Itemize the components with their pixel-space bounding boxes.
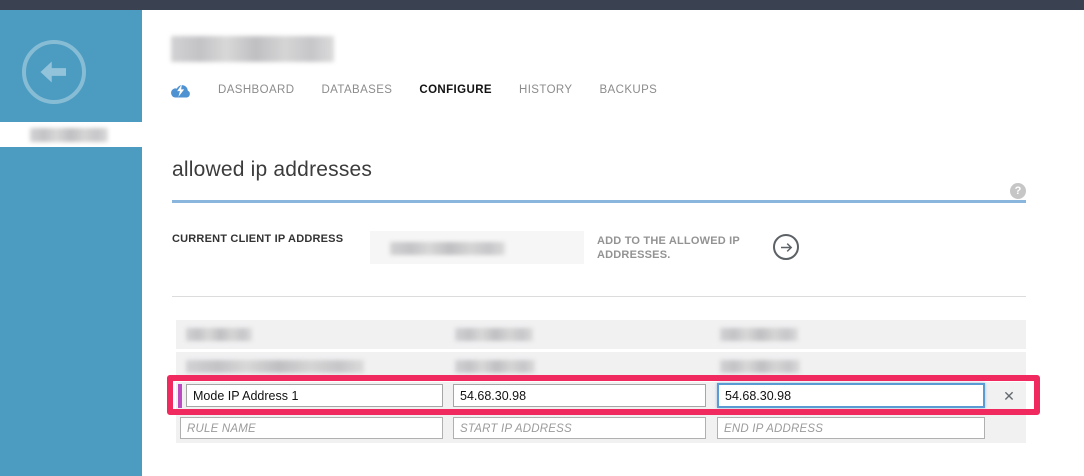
azure-configure-page: DASHBOARD DATABASES CONFIGURE HISTORY BA…	[0, 0, 1084, 476]
redacted-rule-name	[186, 360, 364, 373]
end-ip-input[interactable]	[717, 383, 985, 408]
tab-backups[interactable]: BACKUPS	[599, 84, 657, 96]
redacted-start-ip	[455, 328, 533, 341]
redacted-rule-name	[186, 328, 252, 341]
tab-history[interactable]: HISTORY	[519, 84, 573, 96]
current-client-ip-value	[370, 231, 584, 264]
arrow-left-icon	[36, 54, 72, 90]
tab-databases[interactable]: DATABASES	[321, 84, 392, 96]
window-top-bar	[0, 0, 1084, 10]
start-ip-input[interactable]	[453, 384, 706, 407]
sidebar-item-selected[interactable]	[0, 122, 142, 147]
tab-bar: DASHBOARD DATABASES CONFIGURE HISTORY BA…	[170, 81, 657, 99]
rule-name-input[interactable]	[186, 384, 443, 407]
cloud-lightning-icon	[170, 83, 191, 98]
redacted-end-ip	[720, 328, 798, 341]
new-end-ip-input[interactable]	[717, 417, 985, 439]
help-icon[interactable]: ?	[1010, 183, 1026, 199]
table-row-redacted-2	[176, 352, 1026, 381]
section-heading: allowed ip addresses	[172, 158, 372, 182]
back-button[interactable]	[22, 40, 86, 104]
new-start-ip-input[interactable]	[453, 417, 706, 439]
arrow-right-icon	[780, 242, 793, 253]
add-to-allowed-label: ADD TO THE ALLOWED IP ADDRESSES.	[597, 234, 745, 262]
redacted-sidebar-label	[30, 128, 108, 142]
current-client-ip-label: CURRENT CLIENT IP ADDRESS	[172, 233, 343, 245]
redacted-end-ip	[720, 360, 800, 373]
table-row-redacted-1	[176, 320, 1026, 349]
tab-dashboard[interactable]: DASHBOARD	[218, 84, 294, 96]
section-divider	[172, 200, 1026, 203]
new-rule-name-input[interactable]	[180, 417, 443, 439]
table-top-divider	[172, 296, 1026, 297]
redacted-start-ip	[455, 360, 535, 373]
add-to-allowed-button[interactable]	[773, 234, 799, 260]
redacted-page-title	[171, 36, 334, 62]
tab-configure[interactable]: CONFIGURE	[419, 84, 492, 96]
unsaved-change-marker	[178, 384, 182, 408]
redacted-client-ip	[390, 242, 505, 255]
delete-rule-icon[interactable]: ✕	[998, 385, 1020, 407]
sidebar	[0, 10, 142, 476]
